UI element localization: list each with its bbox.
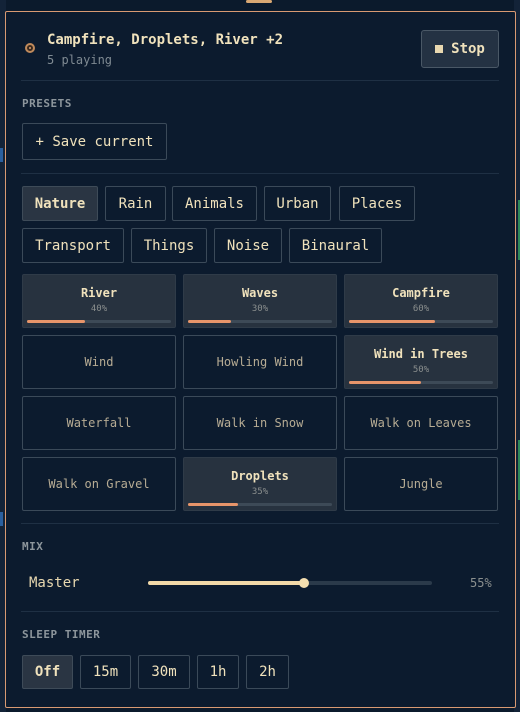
stop-label: Stop	[451, 41, 485, 57]
sound-name: Jungle	[399, 477, 443, 491]
divider	[21, 173, 499, 174]
sound-volume-label: 40%	[90, 304, 108, 314]
sound-tile-wind[interactable]: Wind	[22, 335, 176, 389]
master-volume-slider[interactable]	[148, 578, 432, 588]
tab-nature[interactable]: Nature	[22, 186, 98, 221]
sound-name: Waterfall	[66, 416, 132, 430]
now-playing-count: 5 playing	[47, 53, 113, 67]
tab-urban[interactable]: Urban	[264, 186, 331, 221]
sleep-timer-15m[interactable]: 15m	[80, 655, 131, 689]
sound-volume-fill	[188, 503, 239, 506]
sound-volume-fill	[349, 320, 436, 323]
sound-volume-label: 50%	[412, 365, 430, 375]
sound-tile-waterfall[interactable]: Waterfall	[22, 396, 176, 450]
sound-volume-slider[interactable]	[188, 503, 332, 506]
now-playing-title: Campfire, Droplets, River +2	[47, 32, 284, 48]
stop-button[interactable]: Stop	[421, 30, 499, 68]
master-volume-fill	[148, 581, 305, 585]
save-preset-button[interactable]: + Save current	[22, 123, 167, 160]
sleep-timer-off[interactable]: Off	[22, 655, 73, 689]
sound-tile-walk-in-snow[interactable]: Walk in Snow	[183, 396, 337, 450]
sound-tile-walk-on-gravel[interactable]: Walk on Gravel	[22, 457, 176, 511]
sound-volume-slider[interactable]	[27, 320, 171, 323]
tab-animals[interactable]: Animals	[172, 186, 257, 221]
sound-name: Wind in Trees	[374, 347, 468, 361]
soundscape-panel: Campfire, Droplets, River +2 5 playing S…	[5, 11, 516, 708]
sleep-timer-1h[interactable]: 1h	[197, 655, 239, 689]
sound-name: Wind	[84, 355, 114, 369]
sound-name: Walk on Gravel	[48, 477, 150, 491]
mix-heading: MIX	[22, 540, 44, 553]
sound-name: Walk in Snow	[216, 416, 304, 430]
sound-volume-fill	[27, 320, 85, 323]
playing-indicator-icon	[25, 43, 35, 53]
sound-volume-fill	[188, 320, 232, 323]
sound-name: Howling Wind	[216, 355, 304, 369]
sound-tile-river[interactable]: River 40%	[22, 274, 176, 328]
master-volume-label: Master	[29, 575, 80, 591]
tab-rain[interactable]: Rain	[105, 186, 166, 221]
sound-name: Waves	[241, 286, 279, 300]
sound-tile-waves[interactable]: Waves 30%	[183, 274, 337, 328]
sound-volume-slider[interactable]	[349, 320, 493, 323]
background-marker	[0, 512, 3, 526]
sound-volume-fill	[349, 381, 421, 384]
sound-tile-jungle[interactable]: Jungle	[344, 457, 498, 511]
sound-tile-howling-wind[interactable]: Howling Wind	[183, 335, 337, 389]
tab-noise[interactable]: Noise	[214, 228, 282, 263]
sleep-timer-heading: SLEEP TIMER	[22, 628, 101, 641]
sound-tile-campfire[interactable]: Campfire 60%	[344, 274, 498, 328]
sound-volume-label: 60%	[412, 304, 430, 314]
sleep-timer-30m[interactable]: 30m	[138, 655, 190, 689]
tab-places[interactable]: Places	[339, 186, 415, 221]
sound-name: Walk on Leaves	[370, 416, 472, 430]
sound-volume-slider[interactable]	[349, 381, 493, 384]
tab-things[interactable]: Things	[131, 228, 207, 263]
background-marker	[0, 148, 3, 162]
divider	[21, 611, 499, 612]
sound-volume-label: 35%	[251, 487, 269, 497]
sound-name: River	[80, 286, 118, 300]
tab-binaural[interactable]: Binaural	[289, 228, 382, 263]
master-volume-thumb[interactable]	[299, 578, 310, 588]
sound-name: Campfire	[392, 286, 450, 300]
stop-icon	[435, 45, 444, 53]
presets-heading: PRESETS	[22, 97, 72, 110]
sound-volume-slider[interactable]	[188, 320, 332, 323]
tab-transport[interactable]: Transport	[22, 228, 124, 263]
sound-tile-walk-on-leaves[interactable]: Walk on Leaves	[344, 396, 498, 450]
divider	[21, 523, 499, 524]
master-volume-value: 55%	[470, 576, 492, 590]
sleep-timer-2h[interactable]: 2h	[246, 655, 289, 689]
sound-tile-wind-in-trees[interactable]: Wind in Trees 50%	[344, 335, 498, 389]
sound-volume-label: 30%	[251, 304, 269, 314]
popover-anchor	[246, 0, 272, 3]
sound-name: Droplets	[231, 469, 289, 483]
divider	[21, 80, 499, 81]
sound-tile-droplets[interactable]: Droplets 35%	[183, 457, 337, 511]
now-playing-header: Campfire, Droplets, River +2 5 playing S…	[6, 12, 515, 80]
